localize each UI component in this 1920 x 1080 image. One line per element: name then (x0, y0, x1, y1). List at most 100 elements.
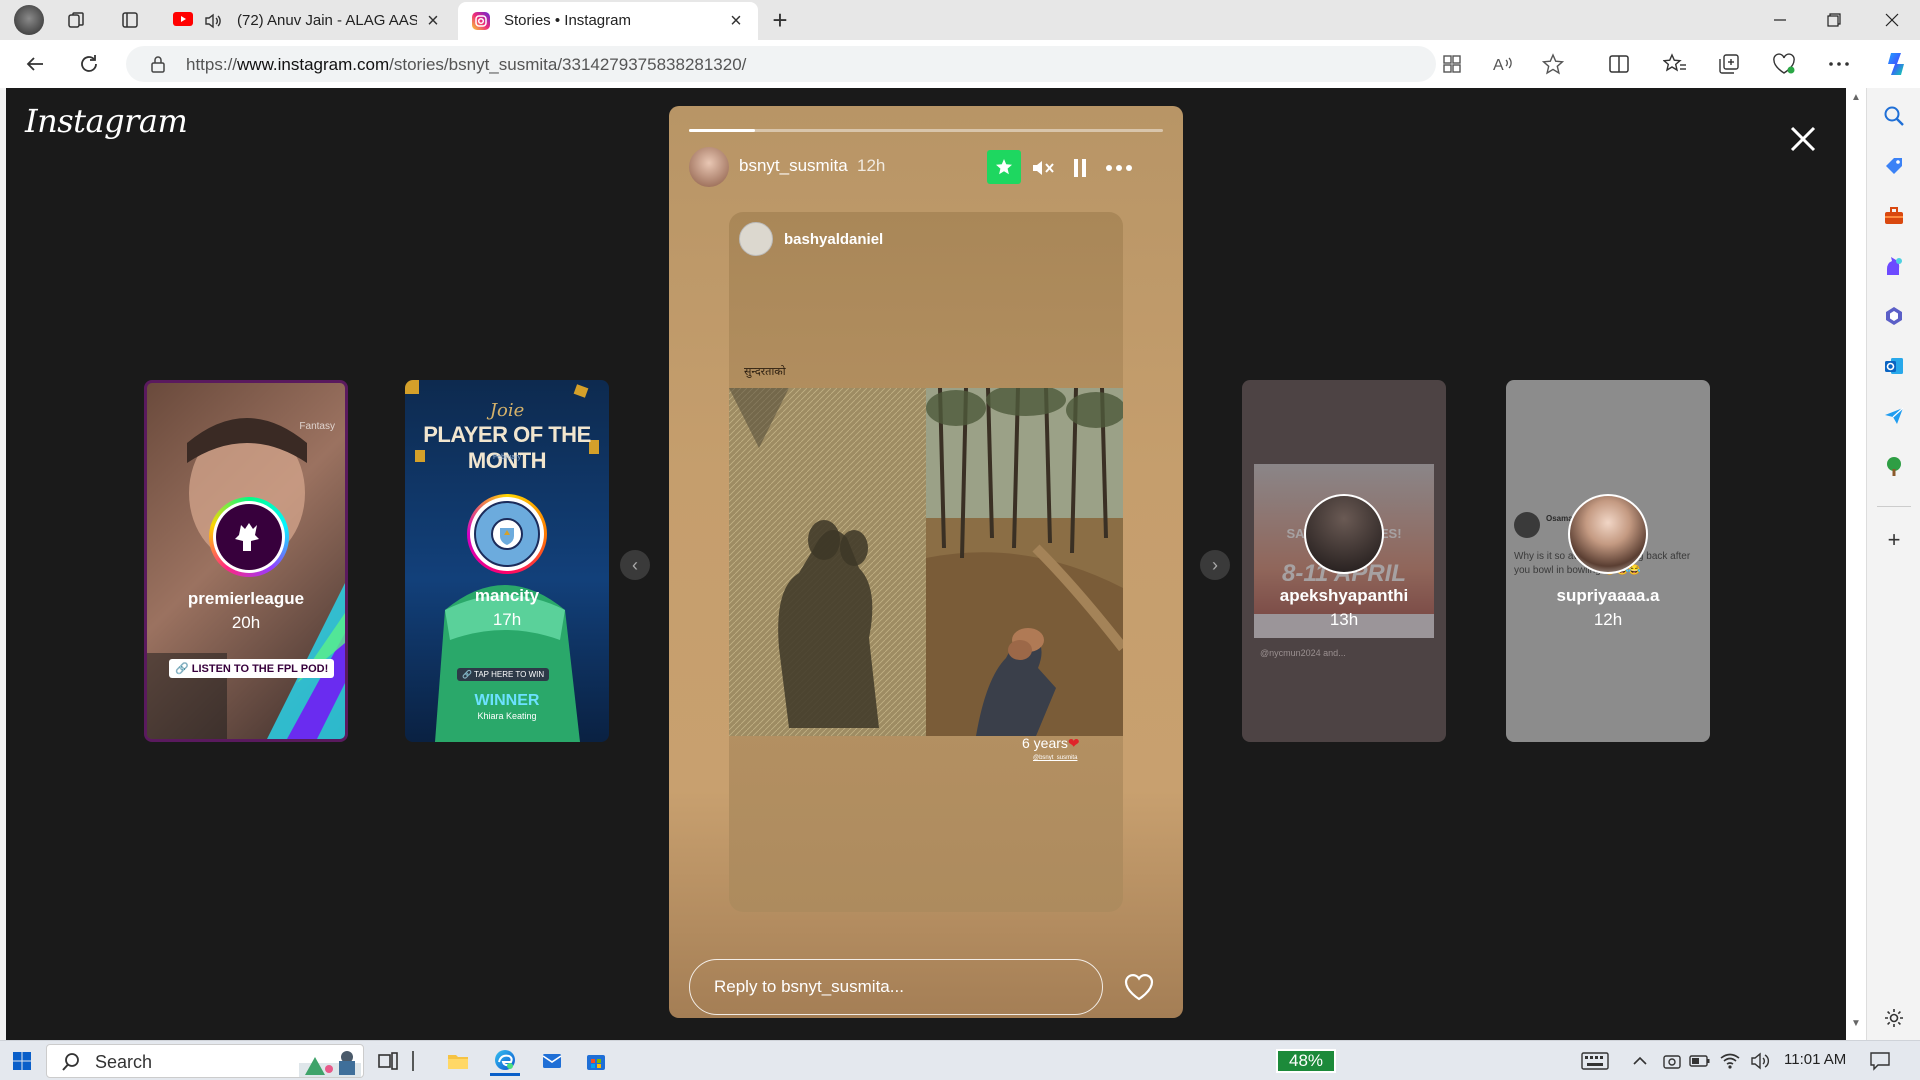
workspaces-icon[interactable] (64, 8, 88, 32)
page-scrollbar[interactable]: ▲ ▼ (1846, 88, 1866, 1040)
store-icon[interactable] (584, 1049, 608, 1073)
tab-youtube[interactable]: (72) Anuv Jain - ALAG AASMAAN × (165, 2, 455, 40)
windows-start-icon[interactable] (10, 1049, 34, 1073)
restore-button[interactable] (1806, 0, 1862, 40)
minimize-button[interactable] (1752, 0, 1808, 40)
preview-username: mancity (474, 586, 540, 605)
sidebar-divider (1877, 506, 1911, 507)
instagram-logo[interactable]: Instagram (25, 102, 188, 140)
fantasy-badge: Fantasy (299, 421, 335, 432)
browser-essentials-icon[interactable] (1771, 51, 1797, 77)
shared-post-caption: सुन्दरताको (744, 366, 786, 378)
shadow-photo (729, 388, 926, 736)
read-aloud-icon[interactable]: A (1490, 51, 1516, 77)
forest-photo (926, 388, 1123, 736)
send-icon[interactable] (1880, 402, 1908, 430)
more-menu-icon[interactable] (1826, 51, 1852, 77)
settings-gear-icon[interactable] (1880, 1004, 1908, 1032)
scroll-down-icon[interactable]: ▼ (1851, 1018, 1861, 1029)
mention-tag[interactable]: @bsnyt_susmita (1033, 755, 1077, 761)
link-sticker[interactable]: 🔗 LISTEN TO THE FPL POD! (169, 659, 335, 678)
muted-speaker-icon[interactable] (1028, 154, 1058, 182)
system-clock[interactable]: 11:01 AM (1784, 1051, 1846, 1068)
search-highlight-image (299, 1047, 361, 1077)
url-field[interactable]: https://www.instagram.com/stories/bsnyt_… (126, 46, 1564, 82)
chevron-up-icon[interactable] (1628, 1049, 1652, 1073)
volume-icon[interactable] (1748, 1049, 1772, 1073)
close-tab-icon[interactable]: × (423, 10, 443, 32)
close-stories-icon[interactable] (1784, 120, 1822, 158)
story-username[interactable]: bsnyt_susmita (739, 156, 848, 176)
avatar (209, 497, 289, 577)
instagram-icon (472, 12, 490, 30)
file-explorer-icon[interactable] (446, 1049, 470, 1073)
like-heart-icon[interactable] (1123, 972, 1155, 1002)
camera-icon[interactable] (1660, 1049, 1684, 1073)
battery-icon[interactable] (1688, 1049, 1712, 1073)
add-icon[interactable]: + (1880, 526, 1908, 554)
more-options-icon[interactable] (1104, 154, 1134, 182)
pause-icon[interactable] (1065, 154, 1095, 182)
keyboard-icon[interactable] (1580, 1049, 1610, 1073)
preview-username: premierleague (187, 589, 305, 608)
games-icon[interactable] (1880, 252, 1908, 280)
wifi-icon[interactable] (1718, 1049, 1742, 1073)
tab-instagram[interactable]: Stories • Instagram × (458, 2, 758, 40)
lion-crest-icon (216, 504, 282, 570)
preview-time: 12h (1593, 610, 1623, 629)
tab-title: Stories • Instagram (504, 12, 631, 29)
story-progress-bar (689, 129, 1163, 132)
svg-text:A: A (1493, 57, 1504, 74)
address-bar-row: https://www.instagram.com/stories/bsnyt_… (0, 40, 1920, 88)
story-preview-premierleague[interactable]: Fantasy premierleague 20h 🔗 LISTEN TO TH… (144, 380, 348, 742)
shared-post-card[interactable]: bashyaldaniel सुन्दरताको 6 years❤ @bsnyt… (729, 212, 1123, 912)
back-button[interactable] (20, 50, 50, 78)
search-icon[interactable] (1880, 102, 1908, 130)
preview-username: supriyaaaa.a (1556, 586, 1660, 605)
active-story[interactable]: bsnyt_susmita 12h bashyaldaniel सुन्दरता… (669, 106, 1183, 1018)
collections-icon[interactable] (1716, 51, 1742, 77)
favorite-star-icon[interactable] (1540, 51, 1566, 77)
avatar (1514, 512, 1540, 538)
notifications-icon[interactable] (1868, 1049, 1892, 1073)
preview-time: 13h (1329, 610, 1359, 629)
tools-briefcase-icon[interactable] (1880, 202, 1908, 230)
app-available-icon[interactable] (1439, 51, 1465, 77)
scroll-up-icon[interactable]: ▲ (1851, 92, 1861, 103)
speaker-icon[interactable] (203, 11, 223, 31)
shared-post-username[interactable]: bashyaldaniel (784, 231, 883, 248)
tab-actions-icon[interactable] (118, 8, 142, 32)
refresh-button[interactable] (74, 50, 104, 78)
story-preview-supriyaaaa-a[interactable]: Osama Why is it so awkward walking back … (1506, 380, 1710, 742)
previous-story-button[interactable]: ‹ (620, 550, 650, 580)
edge-browser-icon[interactable] (490, 1046, 520, 1076)
microsoft-365-icon[interactable] (1880, 302, 1908, 330)
avatar[interactable] (689, 147, 729, 187)
outlook-icon[interactable] (1880, 352, 1908, 380)
tree-icon[interactable] (1880, 452, 1908, 480)
story-preview-apekshyapanthi[interactable]: SAVE THE DATES! 8-11 APRIL @nycmun2024 a… (1242, 380, 1446, 742)
sponsor-text: Joie (489, 400, 525, 421)
next-story-button[interactable]: › (1200, 550, 1230, 580)
mail-icon[interactable] (540, 1049, 564, 1073)
close-window-button[interactable] (1864, 0, 1920, 40)
taskbar-separator (410, 1049, 416, 1073)
shopping-tag-icon[interactable] (1880, 152, 1908, 180)
avatar (1304, 494, 1384, 574)
winner-text: WINNER (474, 692, 540, 709)
lock-icon[interactable] (150, 55, 166, 73)
url-text: https://www.instagram.com/stories/bsnyt_… (186, 55, 747, 74)
favorites-icon[interactable] (1662, 51, 1688, 77)
taskbar-search[interactable]: Search (46, 1044, 364, 1078)
story-preview-mancity[interactable]: Joie PLAYER OF THE MONTH February mancit… (405, 380, 609, 742)
new-tab-button[interactable]: + (766, 5, 794, 35)
profile-avatar[interactable] (14, 5, 44, 35)
split-screen-icon[interactable] (1606, 51, 1632, 77)
close-tab-icon[interactable]: × (726, 10, 746, 32)
reply-input[interactable]: Reply to bsnyt_susmita... (689, 959, 1103, 1015)
copilot-icon[interactable] (1880, 48, 1912, 80)
battery-percentage-badge[interactable]: 48% (1276, 1049, 1336, 1073)
close-friends-star-icon[interactable] (987, 150, 1021, 184)
link-sticker[interactable]: 🔗 TAP HERE TO WIN (457, 668, 550, 681)
task-view-icon[interactable] (376, 1049, 400, 1073)
